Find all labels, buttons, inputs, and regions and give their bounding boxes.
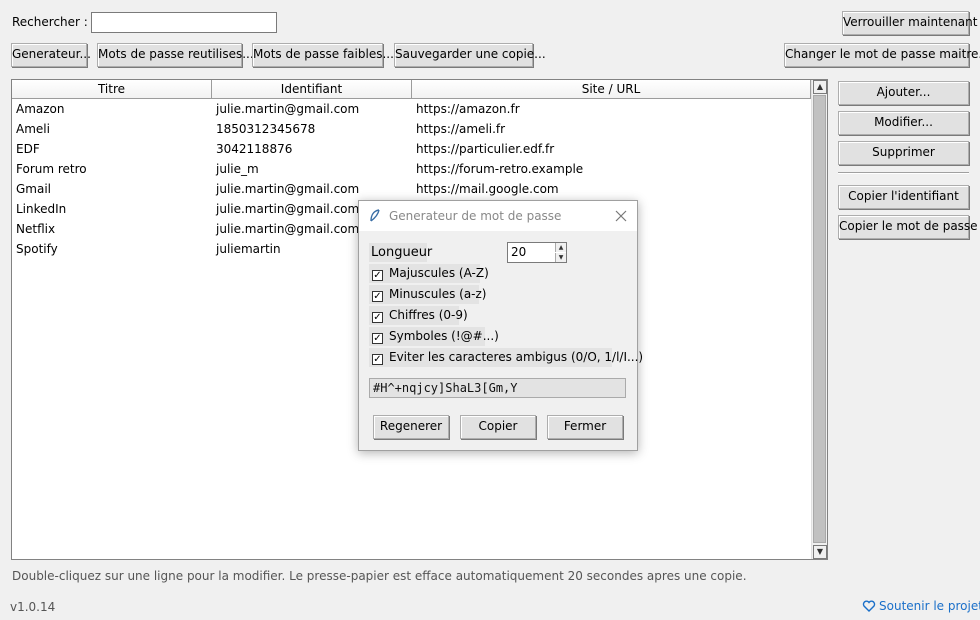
add-button[interactable]: Ajouter... <box>838 81 969 105</box>
weak-passwords-button[interactable]: Mots de passe faibles... <box>252 43 394 67</box>
table-row[interactable]: EDF 3042118876 https://particulier.edf.f… <box>12 139 811 159</box>
hint-text: Double-cliquez sur une ligne pour la mod… <box>12 569 747 583</box>
search-input[interactable] <box>91 12 277 33</box>
reused-passwords-button[interactable]: Mots de passe reutilises... <box>97 43 254 67</box>
table-row[interactable]: Gmail julie.martin@gmail.com https://mai… <box>12 179 811 199</box>
option-avoid-ambiguous[interactable]: ✓ Eviter les caracteres ambigus (0/O, 1/l… <box>369 348 643 367</box>
table-scrollbar[interactable]: ▲ ▼ <box>811 80 827 559</box>
cell-url: https://mail.google.com <box>416 182 559 196</box>
scroll-up-icon[interactable]: ▲ <box>813 80 827 94</box>
spin-down-icon[interactable]: ▼ <box>555 253 566 262</box>
cell-url: https://particulier.edf.fr <box>416 142 555 156</box>
column-header-title[interactable]: Titre <box>12 80 212 99</box>
cell-identifier: julie_m <box>216 162 259 176</box>
option-uppercase-label: Majuscules (A-Z) <box>389 266 489 280</box>
close-button[interactable]: Fermer <box>547 415 623 439</box>
option-lowercase[interactable]: ✓ Minuscules (a-z) <box>369 285 486 304</box>
support-link-label: Soutenir le projet <box>879 599 980 613</box>
cell-url: https://forum-retro.example <box>416 162 584 176</box>
regenerate-button[interactable]: Regenerer <box>373 415 449 439</box>
cell-title: Ameli <box>16 122 50 136</box>
cell-title: Spotify <box>16 242 58 256</box>
heart-hand-icon <box>862 600 876 615</box>
copy-identifier-button[interactable]: Copier l'identifiant <box>838 185 969 209</box>
password-generator-dialog: Generateur de mot de passe Longueur 20 ▲… <box>358 200 643 451</box>
length-spinbox[interactable]: 20 ▲ ▼ <box>507 242 567 263</box>
generated-password-field[interactable]: #H^+nqjcy]ShaL3[Gm,Y <box>369 378 626 398</box>
option-lowercase-label: Minuscules (a-z) <box>389 287 487 301</box>
table-row[interactable]: Amazon julie.martin@gmail.com https://am… <box>12 99 811 119</box>
dialog-titlebar[interactable]: Generateur de mot de passe <box>359 201 637 231</box>
checkbox-lowercase[interactable]: ✓ <box>372 291 383 302</box>
checkbox-symbols[interactable]: ✓ <box>372 333 383 344</box>
column-header-identifier[interactable]: Identifiant <box>212 80 412 99</box>
change-master-password-button[interactable]: Changer le mot de passe maitre... <box>784 43 980 67</box>
column-header-url[interactable]: Site / URL <box>412 80 811 99</box>
option-uppercase[interactable]: ✓ Majuscules (A-Z) <box>369 264 489 283</box>
option-symbols[interactable]: ✓ Symboles (!@#...) <box>369 327 499 346</box>
cell-identifier: 3042118876 <box>216 142 293 156</box>
scroll-thumb[interactable] <box>813 95 826 543</box>
cell-identifier: julie.martin@gmail.com <box>216 182 360 196</box>
actions-separator <box>838 172 969 174</box>
generator-button[interactable]: Generateur... <box>11 43 91 67</box>
table-row[interactable]: Ameli 1850312345678 https://ameli.fr <box>12 119 811 139</box>
checkbox-uppercase[interactable]: ✓ <box>372 270 383 281</box>
cell-identifier: julie.martin@gmail.com <box>216 102 360 116</box>
support-link[interactable]: Soutenir le projet <box>862 599 980 615</box>
cell-identifier: 1850312345678 <box>216 122 316 136</box>
cell-url: https://ameli.fr <box>416 122 506 136</box>
dialog-title: Generateur de mot de passe <box>389 209 562 223</box>
length-value: 20 <box>511 245 527 259</box>
edit-button[interactable]: Modifier... <box>838 111 969 135</box>
cell-title: Forum retro <box>16 162 87 176</box>
option-avoid-ambiguous-label: Eviter les caracteres ambigus (0/O, 1/l/… <box>389 350 644 364</box>
cell-url: https://amazon.fr <box>416 102 520 116</box>
delete-button[interactable]: Supprimer <box>838 141 969 165</box>
feather-icon <box>369 209 381 226</box>
scroll-down-icon[interactable]: ▼ <box>813 545 827 559</box>
copy-password-button[interactable]: Copier le mot de passe <box>838 215 978 239</box>
option-digits[interactable]: ✓ Chiffres (0-9) <box>369 306 468 325</box>
cell-title: EDF <box>16 142 40 156</box>
close-icon[interactable] <box>613 208 629 224</box>
cell-title: LinkedIn <box>16 202 67 216</box>
table-header: Titre Identifiant Site / URL <box>12 80 811 99</box>
cell-title: Amazon <box>16 102 65 116</box>
lock-now-button[interactable]: Verrouiller maintenant <box>842 11 977 35</box>
copy-button[interactable]: Copier <box>460 415 536 439</box>
length-label: Longueur <box>369 243 433 262</box>
spin-up-icon[interactable]: ▲ <box>555 243 566 252</box>
cell-title: Gmail <box>16 182 52 196</box>
option-digits-label: Chiffres (0-9) <box>389 308 468 322</box>
checkbox-digits[interactable]: ✓ <box>372 312 383 323</box>
checkbox-avoid-ambiguous[interactable]: ✓ <box>372 354 383 365</box>
search-label: Rechercher : <box>12 15 88 29</box>
table-row[interactable]: Forum retro julie_m https://forum-retro.… <box>12 159 811 179</box>
cell-title: Netflix <box>16 222 56 236</box>
option-symbols-label: Symboles (!@#...) <box>389 329 499 343</box>
backup-button[interactable]: Sauvegarder une copie... <box>394 43 546 67</box>
version-label: v1.0.14 <box>10 600 56 614</box>
